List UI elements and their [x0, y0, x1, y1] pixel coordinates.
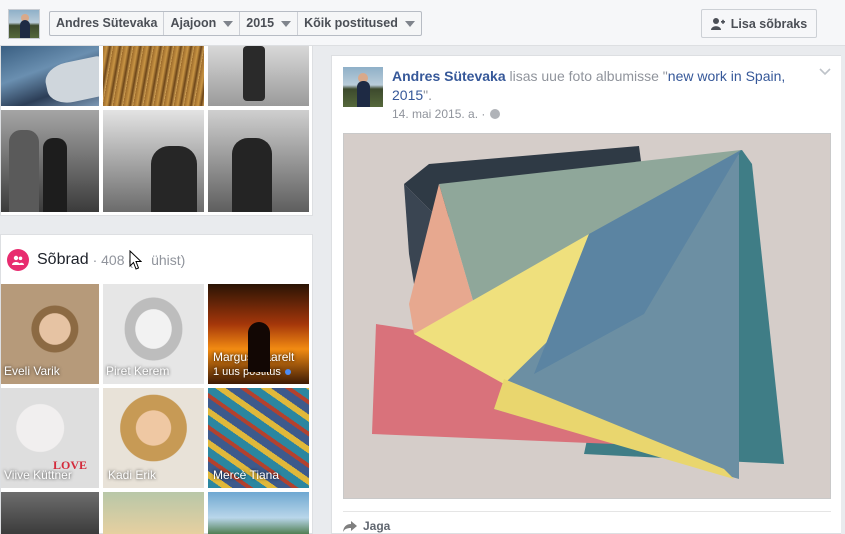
friends-title-link[interactable]: Sõbrad: [37, 251, 89, 269]
timeline-toolbar: Andres Sütevaka Ajajoon 2015 Kõik postit…: [0, 0, 845, 46]
photo-thumbnail[interactable]: [1, 110, 99, 212]
friend-name[interactable]: Mercè Tiana: [213, 468, 279, 482]
timeline-dropdown[interactable]: Ajajoon: [164, 12, 241, 35]
new-post-label: 1 uus postitus: [213, 366, 281, 378]
profile-avatar[interactable]: [8, 9, 40, 39]
caret-down-icon: [404, 20, 415, 27]
profile-name-label: Andres Sütevaka: [56, 16, 158, 30]
post-author-avatar[interactable]: [343, 67, 383, 107]
post-photo[interactable]: [343, 133, 831, 499]
friend-name[interactable]: Viive Küttner: [4, 468, 72, 482]
friend-name[interactable]: Piret Kerem: [106, 364, 169, 378]
post-author-link[interactable]: Andres Sütevaka: [392, 68, 506, 84]
mouse-cursor-icon: [129, 250, 142, 270]
timeline-navigation: Andres Sütevaka Ajajoon 2015 Kõik postit…: [49, 11, 422, 36]
posts-filter-label: Kõik postitused: [304, 16, 398, 30]
year-dropdown[interactable]: 2015: [240, 12, 299, 35]
post-action-end: ".: [423, 87, 433, 103]
photo-thumbnail[interactable]: [103, 46, 204, 106]
friend-tile[interactable]: Piret Kerem: [103, 284, 204, 384]
scrollbar[interactable]: [841, 46, 845, 534]
caret-down-icon: [281, 20, 292, 27]
friend-tile[interactable]: LOVE Viive Küttner: [1, 388, 99, 488]
friends-count: · 408 (: [92, 252, 134, 268]
globe-icon[interactable]: [490, 109, 501, 119]
add-friend-label: Lisa sõbraks: [730, 16, 808, 31]
friends-icon: [7, 249, 29, 271]
friend-name[interactable]: Kadi Erik: [108, 468, 156, 482]
post-header: Andres Sütevaka lisas uue foto albumisse…: [392, 67, 812, 105]
friend-tile[interactable]: [1, 492, 99, 534]
sculpture-artwork: [344, 134, 830, 498]
friend-new-post-badge: 1 uus postitus: [213, 366, 291, 378]
friend-name[interactable]: Margus Saarelt: [213, 350, 294, 364]
add-friend-icon: [710, 17, 725, 30]
unread-dot-icon: [284, 369, 291, 376]
post-meta: 14. mai 2015. a. ·: [392, 107, 501, 121]
friend-tile[interactable]: Kadi Erik: [103, 388, 204, 488]
friends-section: Sõbrad · 408 ( ühist) Eveli Varik Piret …: [0, 234, 313, 534]
photo-thumbnail[interactable]: [1, 46, 99, 106]
post-action-text: lisas uue foto albumisse ": [505, 68, 668, 84]
share-icon: [343, 520, 357, 532]
share-label: Jaga: [363, 519, 391, 533]
year-label: 2015: [246, 16, 275, 30]
chevron-down-icon[interactable]: [819, 68, 831, 76]
friend-tile[interactable]: [103, 492, 204, 534]
photo-thumbnail[interactable]: [103, 110, 204, 212]
caret-down-icon: [223, 20, 234, 27]
friend-tile[interactable]: Mercè Tiana: [208, 388, 309, 488]
friends-header: Sõbrad · 408 ( ühist): [7, 249, 185, 271]
mutual-friends-link[interactable]: ühist): [151, 252, 185, 268]
photo-thumbnail[interactable]: [208, 46, 309, 106]
friend-tile[interactable]: Eveli Varik: [1, 284, 99, 384]
add-friend-button[interactable]: Lisa sõbraks: [701, 9, 817, 38]
friend-tile[interactable]: [208, 492, 309, 534]
post-date-link[interactable]: 14. mai 2015. a. ·: [392, 107, 485, 121]
friend-name[interactable]: Eveli Varik: [4, 364, 60, 378]
posts-filter-dropdown[interactable]: Kõik postitused: [298, 12, 421, 35]
photos-section: [0, 46, 313, 216]
photo-thumbnail[interactable]: [208, 110, 309, 212]
timeline-label: Ajajoon: [170, 16, 217, 30]
post-divider: [343, 511, 831, 512]
profile-name-button[interactable]: Andres Sütevaka: [50, 12, 165, 35]
share-button[interactable]: Jaga: [343, 519, 390, 533]
timeline-post: Andres Sütevaka lisas uue foto albumisse…: [331, 55, 845, 534]
friend-tile[interactable]: Margus Saarelt 1 uus postitus: [208, 284, 309, 384]
